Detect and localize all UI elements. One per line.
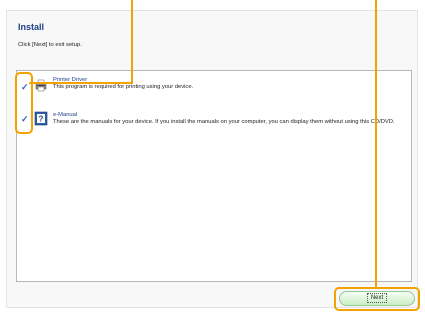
component-list bbox=[16, 70, 412, 282]
callout-highlight-checks bbox=[15, 72, 33, 134]
callout-line bbox=[29, 82, 133, 84]
item-desc-e-manual: These are the manuals for your device. I… bbox=[53, 119, 395, 125]
page-subtitle: Click [Next] to exit setup. bbox=[18, 42, 82, 48]
page-title: Install bbox=[18, 22, 45, 32]
callout-highlight-next bbox=[334, 287, 420, 311]
printer-icon bbox=[34, 78, 48, 94]
item-title-e-manual: e-Manual bbox=[53, 112, 78, 118]
callout-line bbox=[131, 0, 133, 83]
item-desc-printer-driver: This program is required for printing us… bbox=[53, 84, 194, 90]
manual-book-icon: ? bbox=[34, 111, 49, 128]
svg-text:?: ? bbox=[39, 115, 44, 124]
callout-line bbox=[375, 0, 377, 289]
